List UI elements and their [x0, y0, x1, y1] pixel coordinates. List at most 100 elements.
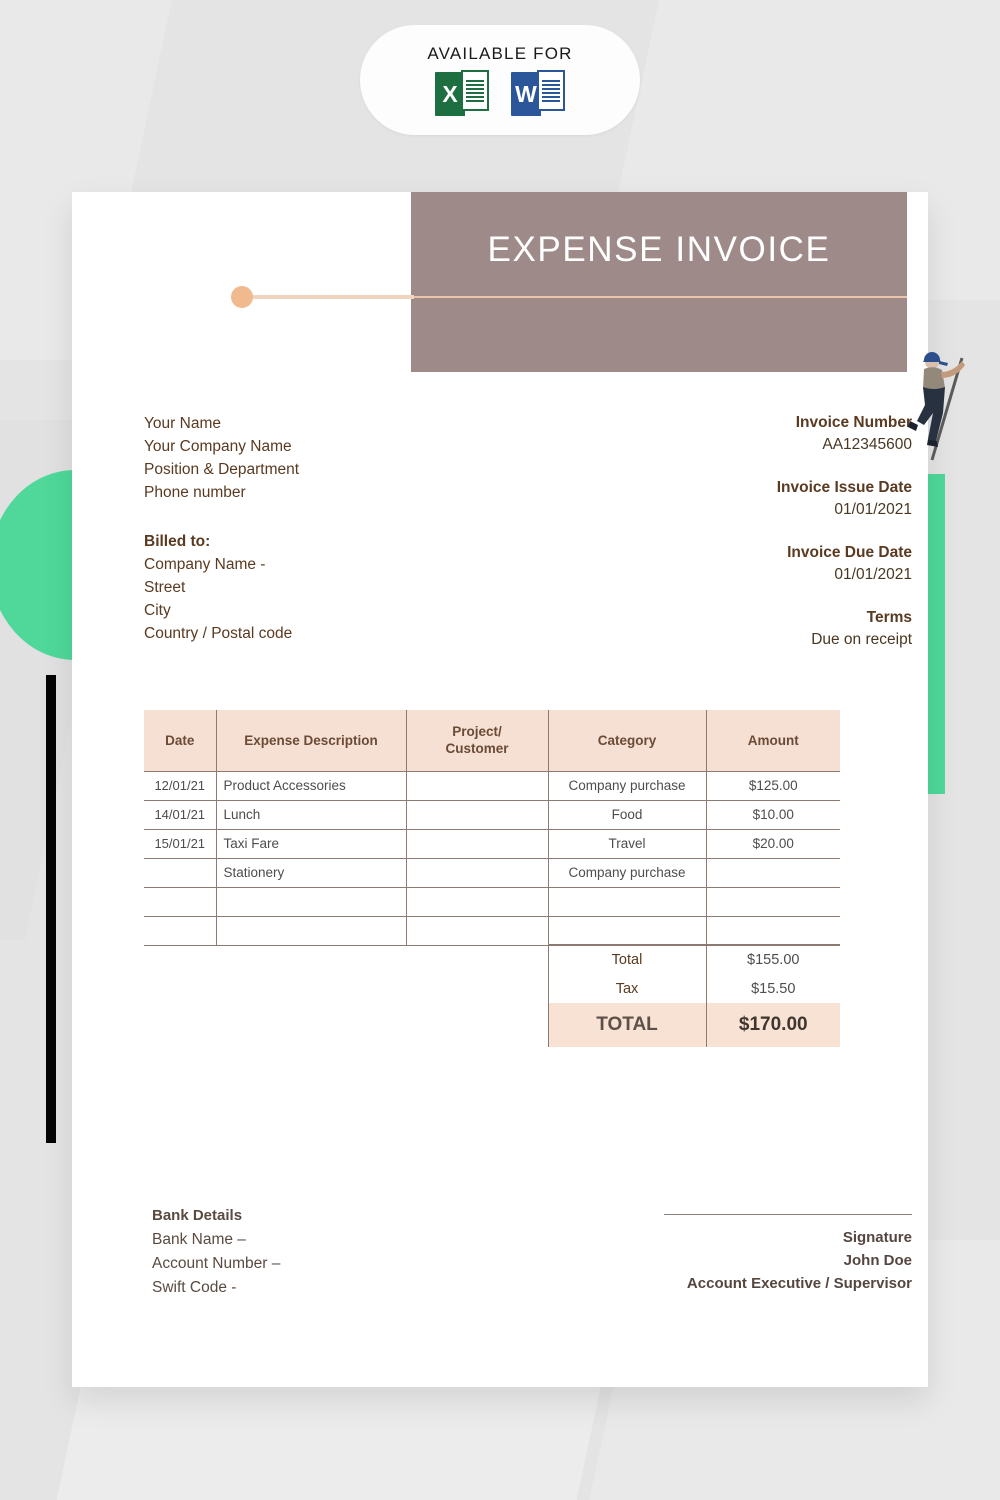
tax-row: Tax $15.50: [144, 974, 840, 1003]
sender-position: Position & Department: [144, 461, 300, 478]
spacer: [406, 1003, 548, 1047]
billed-to-country: Country / Postal code: [144, 625, 293, 642]
sender-name: Your Name: [144, 415, 221, 432]
column-header-amount: Amount: [705, 710, 840, 771]
page-title: EXPENSE INVOICE: [487, 230, 831, 269]
bank-account: Account Number –: [152, 1255, 281, 1272]
subtotal-value: $155.00: [706, 944, 840, 974]
billed-to-city: City: [144, 602, 171, 619]
table-row[interactable]: 14/01/21 Lunch Food $10.00: [144, 800, 840, 830]
header-accent-circle: [231, 286, 253, 308]
sender-info-block: Your Name Your Company Name Position & D…: [144, 412, 474, 645]
billed-to-company: Company Name -: [144, 556, 266, 573]
available-for-badge: AVAILABLE FOR X W: [360, 25, 640, 135]
word-icon-lines: [537, 70, 565, 111]
cell-category[interactable]: Travel: [547, 829, 707, 859]
cell-amount[interactable]: $125.00: [705, 770, 840, 801]
column-header-project: Project/ Customer: [405, 710, 549, 771]
miniature-worker-figure: [908, 352, 965, 461]
cell-category[interactable]: Company purchase: [547, 858, 707, 888]
column-header-description: Expense Description: [215, 710, 407, 771]
header-rule: [411, 296, 907, 298]
excel-icon: X: [435, 70, 489, 116]
column-header-date: Date: [144, 710, 217, 771]
terms-value: Due on receipt: [811, 631, 912, 648]
bank-name: Bank Name –: [152, 1231, 246, 1248]
grand-total-row: TOTAL $170.00: [144, 1003, 840, 1047]
spacer: [144, 974, 216, 1003]
excel-icon-grid: [461, 70, 489, 111]
invoice-number-value: AA12345600: [822, 436, 912, 453]
terms-group: Terms Due on receipt: [552, 607, 912, 651]
table-header-row: Date Expense Description Project/ Custom…: [144, 710, 840, 771]
grand-total-value: $170.00: [706, 1003, 840, 1047]
cell-amount[interactable]: [705, 858, 840, 888]
cell-project[interactable]: [405, 829, 549, 859]
signature-label: Signature: [842, 1229, 912, 1246]
header-band: [411, 192, 907, 372]
cell-date[interactable]: [144, 887, 217, 917]
cell-description[interactable]: Stationery: [215, 858, 407, 888]
cell-project[interactable]: [405, 770, 549, 801]
table-row[interactable]: 15/01/21 Taxi Fare Travel $20.00: [144, 829, 840, 859]
bank-details-heading: Bank Details: [152, 1207, 243, 1224]
billed-to-street: Street: [144, 579, 186, 596]
header-accent-line: [240, 295, 414, 299]
grand-total-label: TOTAL: [547, 1003, 707, 1047]
expense-table-body: 12/01/21 Product Accessories Company pur…: [144, 770, 840, 1047]
issue-date-group: Invoice Issue Date 01/01/2021: [552, 477, 912, 521]
column-header-project-line2: Customer: [445, 741, 509, 757]
terms-label: Terms: [866, 609, 912, 626]
cell-description[interactable]: Lunch: [215, 800, 407, 830]
signature-line: [664, 1214, 912, 1215]
cell-project[interactable]: [405, 887, 549, 917]
cell-project[interactable]: [405, 800, 549, 830]
bank-swift: Swift Code -: [152, 1279, 237, 1296]
cell-amount[interactable]: $20.00: [705, 829, 840, 859]
cell-category[interactable]: [547, 916, 707, 946]
cell-category[interactable]: [547, 887, 707, 917]
column-header-category: Category: [547, 710, 707, 771]
spacer: [144, 945, 216, 974]
invoice-meta-block: Invoice Number AA12345600 Invoice Issue …: [552, 412, 912, 672]
cell-date[interactable]: [144, 858, 217, 888]
signature-name: John Doe: [843, 1252, 912, 1269]
table-row[interactable]: Stationery Company purchase: [144, 858, 840, 888]
cell-category[interactable]: Food: [547, 800, 707, 830]
column-header-project-line1: Project/: [452, 724, 502, 740]
signature-role: Account Executive / Supervisor: [686, 1275, 912, 1292]
spacer: [216, 945, 406, 974]
cell-date[interactable]: 14/01/21: [144, 800, 217, 830]
table-row[interactable]: [144, 916, 840, 946]
word-icon: W: [511, 70, 565, 116]
cell-amount[interactable]: [705, 887, 840, 917]
due-date-label: Invoice Due Date: [787, 544, 912, 561]
subtotal-label: Total: [547, 944, 707, 974]
table-row[interactable]: [144, 887, 840, 917]
cell-date[interactable]: 12/01/21: [144, 770, 217, 801]
sender-company: Your Company Name: [144, 438, 292, 455]
cell-description[interactable]: Product Accessories: [215, 770, 407, 801]
subtotal-row: Total $155.00: [144, 944, 840, 974]
cell-description[interactable]: [215, 916, 407, 946]
cell-amount[interactable]: $10.00: [705, 800, 840, 830]
cell-project[interactable]: [405, 916, 549, 946]
expense-table: Date Expense Description Project/ Custom…: [144, 710, 840, 1047]
cell-description[interactable]: Taxi Fare: [215, 829, 407, 859]
cell-project[interactable]: [405, 858, 549, 888]
cell-date[interactable]: 15/01/21: [144, 829, 217, 859]
format-icons: X W: [435, 70, 565, 116]
invoice-number-group: Invoice Number AA12345600: [552, 412, 912, 456]
cell-category[interactable]: Company purchase: [547, 770, 707, 801]
available-for-label: AVAILABLE FOR: [427, 44, 573, 63]
cell-description[interactable]: [215, 887, 407, 917]
spacer: [406, 945, 548, 974]
cell-date[interactable]: [144, 916, 217, 946]
billed-to-heading: Billed to:: [144, 533, 211, 550]
cell-amount[interactable]: [705, 916, 840, 946]
spacer: [406, 974, 548, 1003]
sender-phone: Phone number: [144, 484, 246, 501]
invoice-number-label: Invoice Number: [795, 414, 912, 431]
table-row[interactable]: 12/01/21 Product Accessories Company pur…: [144, 770, 840, 801]
issue-date-value: 01/01/2021: [834, 501, 912, 518]
